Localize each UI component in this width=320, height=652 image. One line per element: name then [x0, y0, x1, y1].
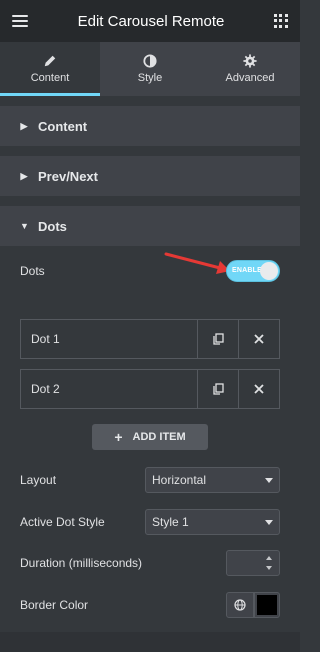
repeater-item-title[interactable]: Dot 2	[21, 370, 197, 408]
panel-tabs: Content Style Advanced	[0, 42, 300, 96]
duplicate-button[interactable]	[197, 320, 238, 358]
section-dots-label: Dots	[38, 218, 67, 234]
gear-icon	[243, 54, 257, 68]
duplicate-button[interactable]	[197, 370, 238, 408]
section-prevnext-label: Prev/Next	[38, 168, 98, 184]
panel-title: Edit Carousel Remote	[77, 12, 225, 30]
tab-advanced[interactable]: Advanced	[200, 42, 300, 96]
panel-bottom	[0, 632, 300, 652]
remove-button[interactable]	[238, 320, 279, 358]
repeater-item-title[interactable]: Dot 1	[21, 320, 197, 358]
caret-down-icon: ▼	[20, 221, 29, 231]
active-dot-style-label: Active Dot Style	[20, 515, 105, 529]
dropdown-arrow-icon	[265, 519, 273, 525]
border-color-label: Border Color	[20, 598, 89, 612]
active-dot-style-value: Style 1	[152, 515, 189, 529]
close-icon	[254, 384, 264, 394]
repeater-item-dot-2[interactable]: Dot 2	[20, 369, 280, 409]
copy-icon	[213, 333, 224, 345]
caret-right-icon: ▶	[20, 170, 28, 181]
duration-input[interactable]	[226, 550, 280, 576]
hamburger-icon[interactable]	[12, 15, 28, 27]
globe-icon	[234, 599, 246, 611]
layout-label: Layout	[20, 473, 57, 487]
section-prevnext-header[interactable]: ▶ Prev/Next	[0, 156, 300, 196]
tab-content-label: Content	[30, 72, 70, 84]
editor-header: Edit Carousel Remote	[0, 0, 300, 42]
toggle-text: ENABLE	[232, 267, 262, 274]
pencil-icon	[44, 55, 56, 67]
layout-select[interactable]: Horizontal	[145, 467, 280, 493]
dots-label: Dots	[20, 264, 45, 278]
section-content-header[interactable]: ▶ Content	[0, 106, 300, 146]
layout-select-value: Horizontal	[152, 473, 207, 487]
duration-label: Duration (milliseconds)	[20, 556, 143, 570]
add-item-label: ADD ITEM	[132, 431, 186, 443]
tab-style-label: Style	[137, 72, 163, 84]
tab-advanced-label: Advanced	[225, 72, 275, 84]
active-dot-style-select[interactable]: Style 1	[145, 509, 280, 535]
close-icon	[254, 334, 264, 344]
repeater-item-dot-1[interactable]: Dot 1	[20, 319, 280, 359]
annotation-arrow	[164, 252, 230, 274]
caret-right-icon: ▶	[20, 120, 28, 131]
tab-content[interactable]: Content	[0, 42, 100, 96]
number-spinner-icon[interactable]	[264, 556, 274, 570]
dots-enable-toggle[interactable]: ENABLE	[226, 260, 280, 282]
toggle-knob	[260, 262, 278, 280]
add-item-button[interactable]: + ADD ITEM	[92, 424, 208, 450]
tab-style[interactable]: Style	[100, 42, 200, 96]
section-content-label: Content	[38, 118, 88, 134]
remove-button[interactable]	[238, 370, 279, 408]
global-colors-button[interactable]	[226, 592, 254, 618]
dropdown-arrow-icon	[265, 477, 273, 483]
grid-icon[interactable]	[273, 14, 288, 28]
plus-icon: +	[114, 429, 123, 445]
half-circle-icon	[143, 54, 157, 68]
color-swatch-fill	[257, 595, 277, 615]
copy-icon	[213, 383, 224, 395]
border-color-picker[interactable]	[254, 592, 280, 618]
section-dots-header[interactable]: ▼ Dots	[0, 206, 300, 246]
